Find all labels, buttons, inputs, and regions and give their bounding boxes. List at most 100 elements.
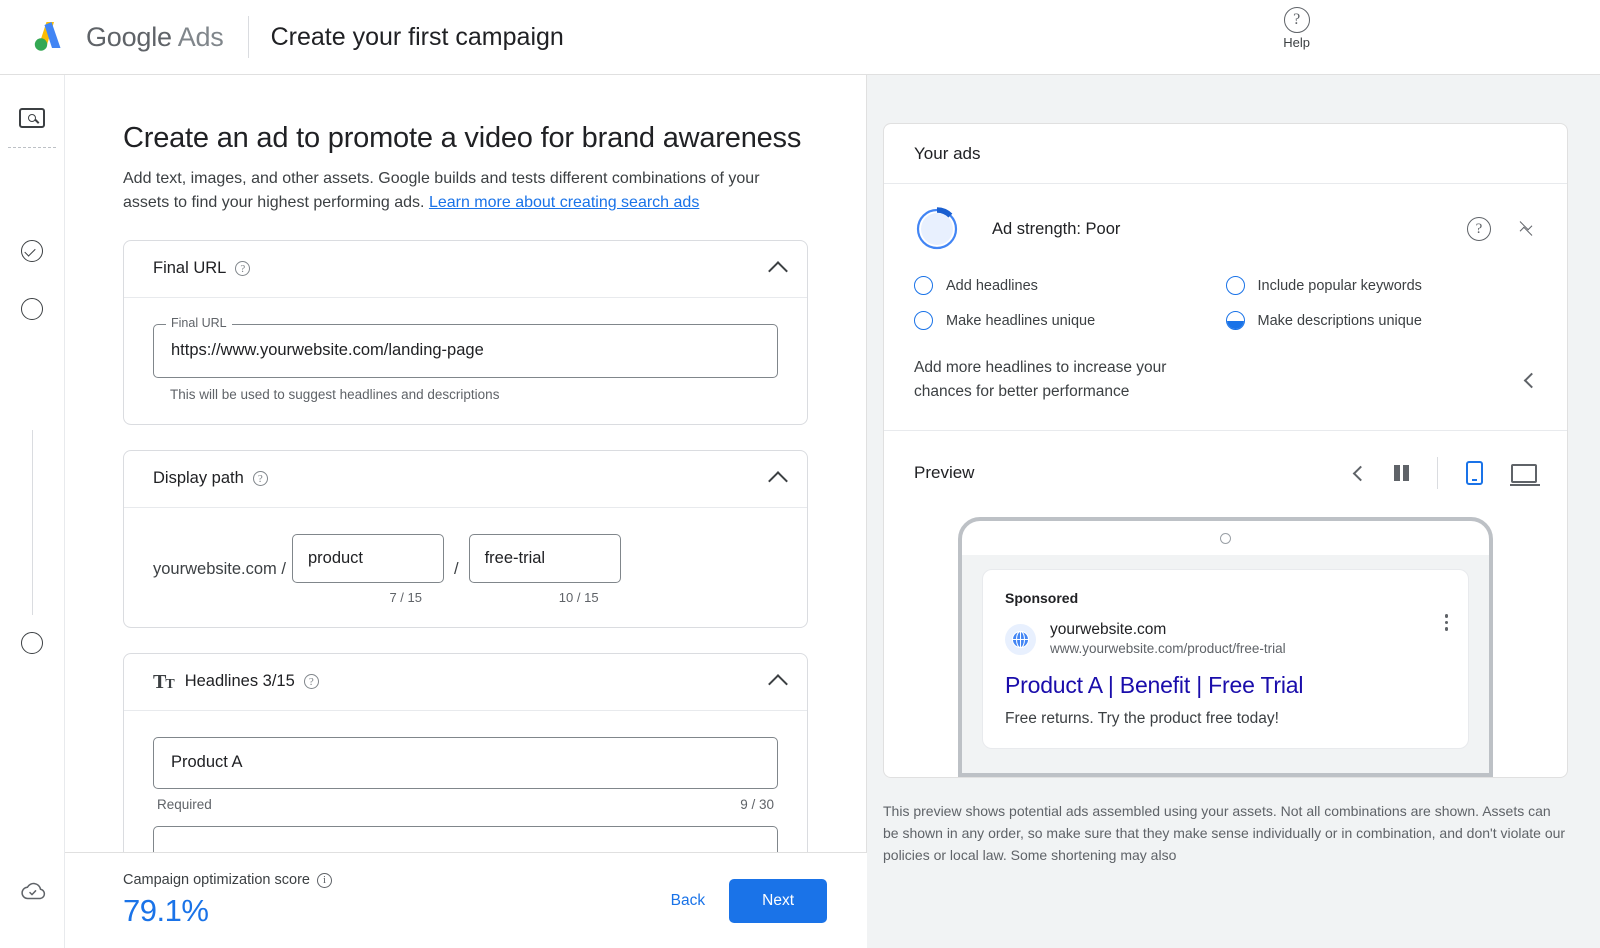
ad-strength-row: Ad strength: Poor ? <box>884 184 1567 260</box>
help-tooltip-icon[interactable]: ? <box>304 674 319 689</box>
your-ads-panel: Your ads Ad strength: Poor ? <box>883 123 1568 778</box>
ad-strength-text: Ad strength: Poor <box>992 220 1120 239</box>
rail-dashed-divider <box>8 147 56 148</box>
display-path-1-input[interactable]: product <box>292 534 444 583</box>
circle-icon <box>21 632 43 654</box>
headlines-card-header[interactable]: TT Headlines 3/15 ? <box>124 654 807 711</box>
ad-preview-card: Sponsored yourwebsite.com www.yourwebsit… <box>982 569 1469 749</box>
final-url-textfield[interactable]: Final URL https://www.yourwebsite.com/la… <box>153 324 778 378</box>
ad-domain: yourwebsite.com <box>1050 620 1286 640</box>
optimization-score-value: 79.1% <box>123 893 332 929</box>
ad-strength-help-icon[interactable]: ? <box>1467 217 1491 241</box>
checklist-item-label: Include popular keywords <box>1258 278 1422 294</box>
circle-icon <box>914 311 933 330</box>
checklist-item-label: Add headlines <box>946 278 1038 294</box>
collapse-icon[interactable] <box>1517 218 1537 240</box>
final-url-input[interactable]: https://www.yourwebsite.com/landing-page <box>153 324 778 378</box>
tip-navigation <box>1526 375 1537 386</box>
checklist-item[interactable]: Make descriptions unique <box>1226 311 1538 330</box>
learn-more-link[interactable]: Learn more about creating search ads <box>429 194 699 211</box>
circle-icon <box>914 276 933 295</box>
checklist-item-label: Make descriptions unique <box>1258 313 1422 329</box>
desktop-preview-icon[interactable] <box>1511 464 1537 483</box>
preview-disclaimer: This preview shows potential ads assembl… <box>883 800 1568 866</box>
rail-step-current[interactable] <box>21 298 43 320</box>
display-path-card-body: yourwebsite.com / product 7 / 15 / free-… <box>124 508 807 627</box>
ad-headline[interactable]: Product A | Benefit | Free Trial <box>1005 672 1446 699</box>
circle-icon <box>21 298 43 320</box>
back-button[interactable]: Back <box>671 892 705 910</box>
ad-description: Free returns. Try the product free today… <box>1005 710 1446 728</box>
google-ads-logo[interactable] <box>26 14 72 60</box>
display-path-2-counter: 10 / 15 <box>559 590 621 605</box>
display-path-card-header[interactable]: Display path ? <box>124 451 807 508</box>
final-url-card-header[interactable]: Final URL ? <box>124 241 807 298</box>
ad-strength-tip-row: Add more headlines to increase your chan… <box>884 340 1567 430</box>
help-tooltip-icon[interactable]: ? <box>235 261 250 276</box>
checklist-item[interactable]: Make headlines unique <box>914 311 1226 330</box>
wizard-footer: Campaign optimization score i 79.1% Back… <box>65 852 867 948</box>
help-label: Help <box>1283 35 1310 50</box>
preview-header: Preview <box>884 430 1567 499</box>
more-options-icon[interactable] <box>1445 614 1449 631</box>
optimization-score-block: Campaign optimization score i 79.1% <box>123 872 332 929</box>
headlines-title-text: Headlines 3/15 <box>185 672 295 691</box>
optimization-score-label: Campaign optimization score <box>123 872 310 888</box>
final-url-card: Final URL ? Final URL https://www.yourwe… <box>123 240 808 425</box>
checklist-item-label: Make headlines unique <box>946 313 1095 329</box>
phone-camera-icon <box>1220 533 1231 544</box>
help-icon: ? <box>1284 7 1310 33</box>
rail-step-completed[interactable] <box>21 240 43 262</box>
final-url-title: Final URL ? <box>153 259 250 278</box>
ad-strength-tip: Add more headlines to increase your chan… <box>914 356 1214 404</box>
main-content: Create an ad to promote a video for bran… <box>65 75 867 948</box>
display-path-2-input[interactable]: free-trial <box>469 534 621 583</box>
headline-1-input[interactable]: Product A <box>153 737 778 789</box>
display-path-title: Display path ? <box>153 469 268 488</box>
rail-step-last[interactable] <box>21 632 43 654</box>
brand-wordmark: Google Ads <box>86 22 224 53</box>
checklist-item[interactable]: Add headlines <box>914 276 1226 295</box>
chevron-up-icon[interactable] <box>768 471 788 491</box>
brand-ads: Ads <box>178 22 224 52</box>
two-column-layout-icon[interactable] <box>1394 465 1409 481</box>
phone-screen: Sponsored yourwebsite.com www.yourwebsit… <box>962 555 1489 777</box>
app-header: Google Ads Create your first campaign ? … <box>0 0 1600 75</box>
preview-prev-icon[interactable] <box>1353 465 1369 481</box>
search-in-box-icon[interactable] <box>19 108 45 128</box>
format-size-icon: TT <box>153 672 174 692</box>
ad-strength-donut-icon <box>914 206 960 252</box>
rail-connector-line <box>32 430 33 615</box>
next-button[interactable]: Next <box>729 879 827 923</box>
preview-title: Preview <box>914 463 974 483</box>
mobile-preview-icon[interactable] <box>1466 461 1483 485</box>
chevron-up-icon[interactable] <box>768 261 788 281</box>
display-path-1-group: product 7 / 15 <box>292 534 444 605</box>
checklist-item[interactable]: Include popular keywords <box>1226 276 1538 295</box>
final-url-title-text: Final URL <box>153 259 226 278</box>
page-title: Create an ad to promote a video for bran… <box>123 121 808 156</box>
display-path-2-group: free-trial 10 / 15 <box>469 534 621 605</box>
your-ads-title: Your ads <box>884 124 1567 184</box>
chevron-up-icon[interactable] <box>768 674 788 694</box>
help-tooltip-icon[interactable]: ? <box>253 471 268 486</box>
header-divider <box>248 16 249 58</box>
headlines-title: TT Headlines 3/15 ? <box>153 672 319 692</box>
display-path-1-counter: 7 / 15 <box>389 590 444 605</box>
chevron-left-icon[interactable] <box>1524 372 1540 388</box>
headline-1-required: Required <box>157 797 212 812</box>
final-url-hint: This will be used to suggest headlines a… <box>153 387 778 402</box>
brand-google: Google <box>86 22 172 52</box>
circle-icon <box>1226 276 1245 295</box>
final-url-card-body: Final URL https://www.yourwebsite.com/la… <box>124 298 807 424</box>
phone-mockup: Sponsored yourwebsite.com www.yourwebsit… <box>958 517 1493 777</box>
headline-1-counter: 9 / 30 <box>740 797 774 812</box>
toolbar-divider <box>1437 457 1438 489</box>
half-filled-circle-icon <box>1226 311 1245 330</box>
right-panel: Your ads Ad strength: Poor ? <box>867 75 1600 948</box>
info-icon[interactable]: i <box>317 873 332 888</box>
page-breadcrumb-title: Create your first campaign <box>271 23 564 52</box>
display-path-separator: / <box>454 560 459 579</box>
optimization-score-label-row: Campaign optimization score i <box>123 872 332 888</box>
help-button[interactable]: ? Help <box>1283 7 1310 50</box>
